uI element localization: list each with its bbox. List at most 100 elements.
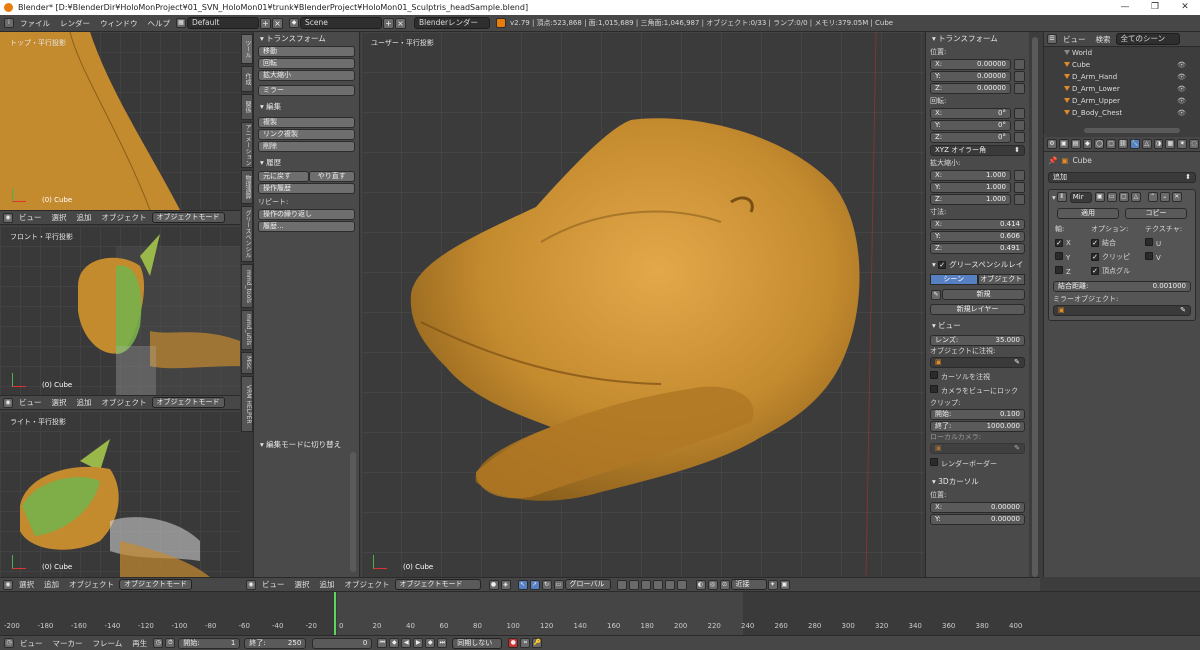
preview-range-icon[interactable]: ◷	[153, 638, 164, 648]
outliner-item[interactable]: Cube 👁	[1044, 59, 1200, 71]
panel-3d-cursor-title[interactable]: ▾ 3Dカーソル	[926, 475, 1029, 488]
timeline-menu-view[interactable]: ビュー	[20, 638, 43, 649]
tex-v-checkbox[interactable]	[1145, 252, 1153, 260]
tex-u-row[interactable]: U	[1145, 238, 1161, 248]
undo-button[interactable]: 元に戻す	[258, 171, 309, 182]
scale-field[interactable]: Z: 1.000	[930, 194, 1011, 205]
vertex-groups-row[interactable]: ✓ 頂点グル	[1091, 266, 1145, 276]
header-add[interactable]: 追加	[77, 212, 92, 223]
timeline-menu-frame[interactable]: フレーム	[93, 638, 123, 649]
prev-keyframe-icon[interactable]: ◆	[389, 638, 400, 648]
header-select[interactable]: 選択	[52, 397, 67, 408]
pencil-icon[interactable]: ✎	[931, 289, 941, 300]
apply-button[interactable]: 適用	[1057, 208, 1119, 219]
user-ortho-viewport[interactable]: ユーザー・平行投影 (0) Cube	[361, 32, 924, 577]
axis-z-row[interactable]: Z	[1049, 266, 1091, 276]
object-tab-icon[interactable]: ▢	[1106, 139, 1117, 149]
dimension-field[interactable]: X: 0.414	[930, 219, 1025, 230]
mode-select[interactable]: オブジェクトモード	[151, 397, 225, 408]
scene-tab-icon[interactable]: ◆	[1082, 139, 1093, 149]
scene-select[interactable]: Scene	[300, 17, 382, 29]
material-tab-icon[interactable]: ◑	[1153, 139, 1164, 149]
lock-icon[interactable]	[1014, 132, 1025, 143]
rotation-field[interactable]: Y: 0°	[930, 120, 1011, 131]
mode-select[interactable]: オブジェクトモード	[394, 579, 481, 590]
copy-button[interactable]: コピー	[1125, 208, 1187, 219]
layout-add-button[interactable]: +	[260, 17, 271, 29]
texture-tab-icon[interactable]: ▦	[1165, 139, 1176, 149]
lock-icon[interactable]	[1014, 59, 1025, 70]
timeline-editor-icon[interactable]: ◷	[4, 638, 14, 648]
axis-y-row[interactable]: Y	[1049, 252, 1091, 262]
layer-icon[interactable]	[616, 579, 627, 590]
panel-edit-title[interactable]: ▾ 編集	[254, 100, 359, 113]
header-select[interactable]: 選択	[295, 579, 310, 590]
outliner-editor-icon[interactable]: ☰	[1047, 34, 1057, 44]
header-view[interactable]: ビュー	[19, 212, 42, 223]
close-button[interactable]: ✕	[1170, 0, 1200, 15]
mirror-button[interactable]: ミラー	[258, 85, 355, 96]
tab-mmd-tools[interactable]: mmd_tools	[241, 264, 253, 308]
panel-history-title[interactable]: ▾ 履歴	[254, 156, 359, 169]
merge-checkbox[interactable]: ✓	[1091, 239, 1099, 247]
editmode-toggle-icon[interactable]: ▢	[1118, 192, 1129, 202]
visibility-icon[interactable]: 👁	[1177, 71, 1186, 83]
clipping-checkbox[interactable]: ✓	[1091, 253, 1099, 261]
pin-icon[interactable]: 📌	[1048, 156, 1057, 165]
new-layer-button[interactable]: 新規レイヤー	[930, 304, 1025, 315]
jump-end-icon[interactable]: ⏭	[437, 638, 448, 648]
remove-modifier-icon[interactable]: ✕	[1171, 192, 1182, 202]
info-editor-icon[interactable]: i	[4, 18, 14, 28]
time-sync-icon[interactable]: ⏱	[165, 638, 176, 648]
dimension-field[interactable]: Y: 0.606	[930, 231, 1025, 242]
grease-new-button[interactable]: 新規	[942, 289, 1025, 300]
sync-mode-select[interactable]: 同期しない	[452, 637, 503, 649]
lock-cursor-row[interactable]: カーソルを注視	[926, 371, 1029, 382]
header-select[interactable]: 選択	[52, 212, 67, 223]
cursor-location-field[interactable]: X: 0.00000	[930, 502, 1025, 513]
rotation-mode-select[interactable]: XYZ オイラー角 ⬍	[930, 145, 1025, 156]
clipping-row[interactable]: ✓ クリッピ	[1091, 252, 1145, 262]
timeline-menu-marker[interactable]: マーカー	[53, 638, 83, 649]
visibility-icon[interactable]: 👁	[1177, 59, 1186, 71]
outliner-scrollbar[interactable]	[1084, 128, 1180, 133]
layers-tab-icon[interactable]: ▤	[1070, 139, 1081, 149]
top-ortho-viewport[interactable]: トップ・平行投影 (0) Cube	[0, 32, 240, 210]
visibility-icon[interactable]: 👁	[1177, 83, 1186, 95]
physics-tab-icon[interactable]: ◌	[1189, 139, 1199, 149]
rotation-field[interactable]: X: 0°	[930, 108, 1011, 119]
right-ortho-viewport[interactable]: ライト・平行投影 (0) Cube	[0, 411, 240, 577]
tab-mmd-utils[interactable]: mmd_utils	[241, 310, 253, 350]
panel-view-title[interactable]: ▾ ビュー	[926, 319, 1029, 332]
axis-x-checkbox[interactable]: ✓	[1055, 239, 1063, 247]
vertex-groups-checkbox[interactable]: ✓	[1091, 267, 1099, 275]
lock-icon[interactable]	[1014, 170, 1025, 181]
tab-physics[interactable]: 物理演算	[241, 170, 253, 204]
shelf-scrollbar[interactable]	[350, 452, 356, 572]
snap-element-select[interactable]: 近接	[730, 579, 767, 590]
menu-help[interactable]: ヘルプ	[148, 18, 171, 29]
layer-icon[interactable]	[640, 579, 651, 590]
eyedropper-icon[interactable]: ✎	[1180, 306, 1186, 315]
editor-type-icon[interactable]: ◉	[246, 579, 256, 590]
mirror-object-field[interactable]: ▣ ✎	[1053, 305, 1191, 316]
rotation-field[interactable]: Z: 0°	[930, 132, 1011, 143]
outliner-item[interactable]: D_Arm_Hand 👁	[1044, 71, 1200, 83]
redo-button[interactable]: やり直す	[308, 171, 355, 182]
grease-scene-tab[interactable]: シーン	[930, 274, 978, 285]
tab-relations[interactable]: 関係	[241, 94, 253, 120]
scene-remove-button[interactable]: ×	[395, 17, 406, 29]
modifier-name-field[interactable]: Mir	[1069, 191, 1092, 203]
merge-row[interactable]: ✓ 結合	[1091, 238, 1145, 248]
repeat-history-button[interactable]: 履歴...	[258, 221, 355, 232]
record-icon[interactable]: ●	[508, 638, 519, 648]
move-up-icon[interactable]: ⌃	[1147, 192, 1158, 202]
start-frame-field[interactable]: 開始: 1	[178, 637, 241, 649]
duplicate-button[interactable]: 複製	[258, 117, 355, 128]
delete-button[interactable]: 削除	[258, 141, 355, 152]
menu-window[interactable]: ウィンドウ	[100, 18, 138, 29]
location-field[interactable]: Y: 0.00000	[930, 71, 1011, 82]
orientation-select[interactable]: グローバル	[564, 579, 611, 590]
header-view[interactable]: ビュー	[19, 397, 42, 408]
play-icon[interactable]: ▶	[413, 638, 424, 648]
